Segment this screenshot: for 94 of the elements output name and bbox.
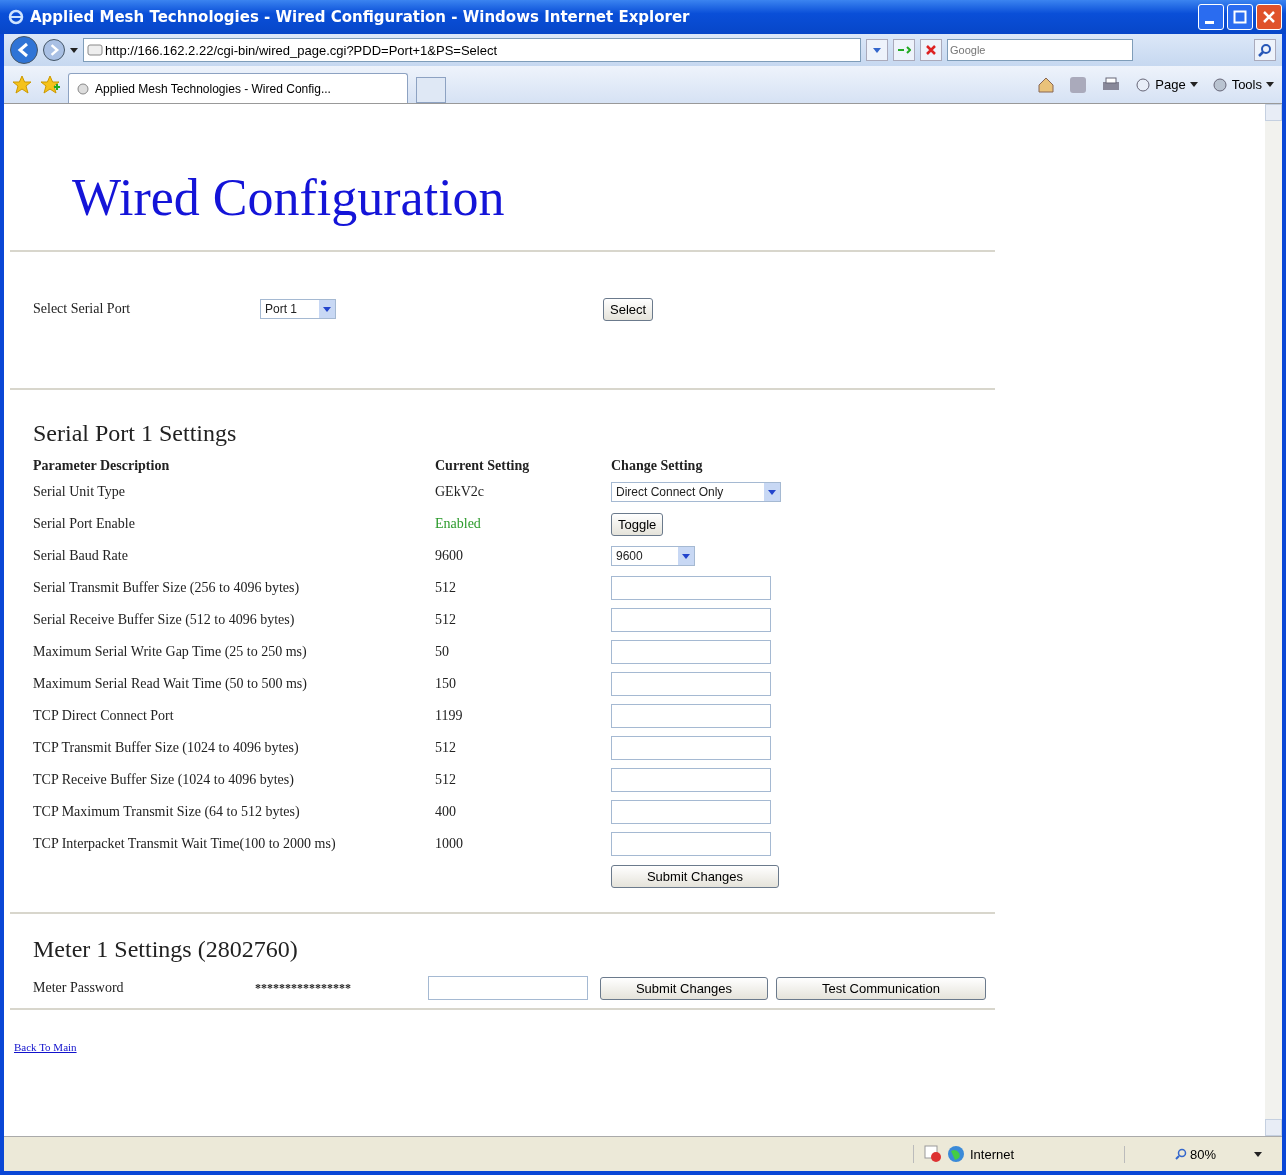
current-value: 512 [435,580,457,596]
address-field[interactable]: http://166.162.2.22/cgi-bin/wired_page.cgi?PDD=Port+1&PS=Select [83,38,861,62]
new-tab-button[interactable] [416,77,446,103]
globe-icon [947,1145,965,1163]
magnifier-icon [1175,1148,1187,1160]
current-value: 50 [435,644,450,660]
address-dropdown-button[interactable] [866,39,888,61]
page-heading: Wired Configuration [72,168,506,228]
current-value: 400 [435,804,457,820]
stop-button[interactable] [920,39,942,61]
parameter-label: Serial Unit Type [33,484,127,500]
setting-input[interactable] [611,608,771,632]
setting-input[interactable] [611,768,771,792]
current-value: 1000 [435,836,464,852]
caret-icon [323,306,331,312]
search-field[interactable]: Google [947,39,1133,61]
section-title: Serial Port 1 Settings [33,419,238,448]
page-icon [87,43,103,57]
column-header: Current Setting [435,458,531,475]
select-button[interactable]: Select [603,297,654,321]
current-value: GEkV2c [435,484,485,500]
security-zone: Internet [970,1146,1015,1162]
parameter-label: Serial Receive Buffer Size (512 to 4096 bytes) [33,612,296,628]
setting-select[interactable]: Direct Connect Only [611,482,781,502]
parameter-label: Serial Port Enable [33,516,136,532]
search-icon [1258,43,1272,57]
maximize-button[interactable] [1227,4,1253,30]
setting-input[interactable] [611,576,771,600]
current-value: 9600 [435,548,464,564]
current-value: 512 [435,612,457,628]
test-button[interactable]: Test Communication [776,976,986,1000]
search-button[interactable] [1254,39,1276,61]
command-menu-button[interactable]: Page [1135,76,1198,93]
scroll-up-button[interactable] [1265,104,1282,121]
parameter-label: Serial Baud Rate [33,548,129,564]
current-value: 1199 [435,708,464,724]
toggle-button[interactable]: Toggle [611,512,664,536]
dropdown-caret-icon[interactable] [70,47,78,53]
back-button[interactable] [10,36,38,64]
field-label: Select Serial Port [32,301,132,317]
caret-icon [682,553,690,559]
blocked-popup-icon[interactable] [924,1145,942,1163]
setting-input[interactable] [611,672,771,696]
parameter-label: TCP Maximum Transmit Size (64 to 512 bytes) [33,804,301,820]
caret-icon [768,489,776,495]
window-title: Applied Mesh Technologies - Wired Configuration - Windows Internet Explorer [30,8,691,26]
setting-input[interactable] [611,800,771,824]
back-link[interactable]: Back To Main [14,1040,77,1055]
zoom-level-button[interactable]: 80% [1124,1145,1244,1163]
refresh-button[interactable] [893,39,915,61]
parameter-label: TCP Transmit Buffer Size (1024 to 4096 bytes) [33,740,300,756]
command-menu-button[interactable]: Tools [1211,76,1274,93]
browser-tab[interactable]: Applied Mesh Technologies - Wired Config... [68,73,408,103]
stop-icon [925,44,937,56]
home-icon[interactable] [1037,75,1056,94]
page-icon [77,82,89,95]
parameter-label: TCP Receive Buffer Size (1024 to 4096 bytes) [33,772,295,788]
submit-button[interactable]: Submit Changes [611,864,779,888]
parameter-label: Meter Password [33,980,125,996]
setting-select[interactable]: 9600 [611,546,695,566]
setting-input[interactable] [611,704,771,728]
dropdown-caret-icon[interactable] [1254,1151,1262,1157]
favorites-star-icon[interactable] [12,74,32,95]
parameter-label: Serial Transmit Buffer Size (256 to 4096 bytes) [33,580,301,596]
setting-input[interactable] [611,736,771,760]
port-select[interactable]: Port 1 [260,299,336,319]
current-value: **************** [255,980,352,996]
setting-input[interactable] [611,640,771,664]
section-title: Meter 1 Settings (2802760) [33,935,299,964]
minimize-button[interactable] [1198,4,1224,30]
parameter-label: Maximum Serial Write Gap Time (25 to 250 ms) [33,644,308,660]
password-input[interactable] [428,976,588,1000]
caret-icon [1266,82,1274,87]
setting-input[interactable] [611,832,771,856]
maximize-icon [1233,10,1247,24]
current-value: 512 [435,740,457,756]
caret-icon [1189,82,1198,87]
forward-button[interactable] [43,39,65,61]
parameter-label: TCP Direct Connect Port [33,708,175,724]
current-value: 150 [435,676,457,692]
arrow-icon [897,44,911,56]
add-favorite-star-icon[interactable] [40,74,60,95]
minimize-icon [1205,20,1214,24]
caret-icon [873,47,881,53]
current-value: 512 [435,772,457,788]
close-icon [1262,10,1276,24]
parameter-label: Maximum Serial Read Wait Time (50 to 500 ms) [33,676,308,692]
parameter-label: TCP Interpacket Transmit Wait Time(100 to 2000 ms) [33,836,337,852]
column-header: Parameter Description [33,458,171,475]
close-button[interactable] [1256,4,1282,30]
current-value: Enabled [435,516,482,532]
scroll-down-button[interactable] [1265,1119,1282,1136]
submit-button[interactable]: Submit Changes [600,976,768,1000]
column-header: Change Setting [611,458,704,475]
